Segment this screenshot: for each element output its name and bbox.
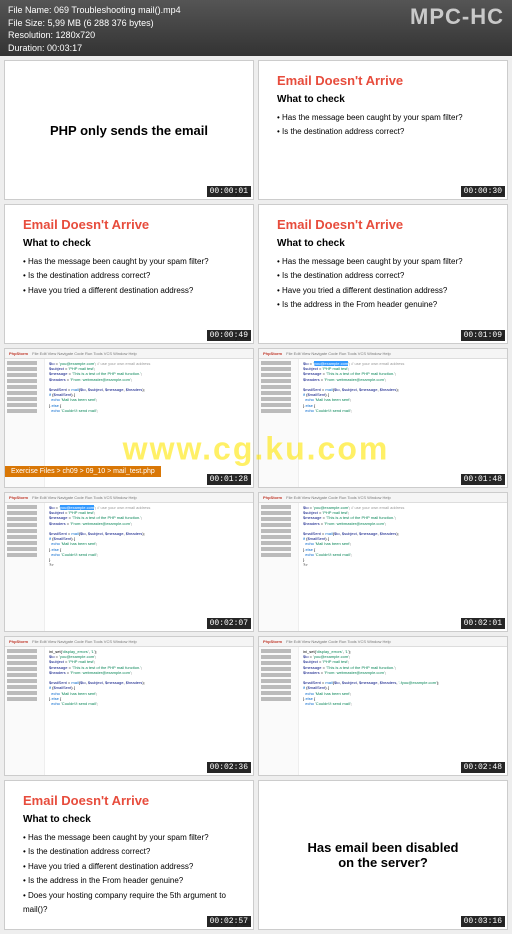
- ide-sidebar: [259, 503, 299, 631]
- timecode: 00:01:09: [461, 330, 505, 341]
- slide-title: Email Doesn't Arrive: [23, 217, 235, 232]
- ide-editor: $to = 'you@example.com'; // use your own…: [299, 503, 507, 631]
- thumbnail-10[interactable]: PhpStormFile Edit View Navigate Code Run…: [258, 636, 508, 776]
- timecode: 00:00:30: [461, 186, 505, 197]
- thumbnail-7[interactable]: PhpStormFile Edit View Navigate Code Run…: [4, 492, 254, 632]
- slide-list: Has the message been caught by your spam…: [277, 255, 489, 313]
- slide-list: Has the message been caught by your spam…: [23, 255, 235, 298]
- ide-editor: $to = 'you@example.com'; // use your own…: [45, 503, 253, 631]
- timecode: 00:01:48: [461, 474, 505, 485]
- ide-sidebar: [5, 647, 45, 775]
- ide-menubar: PhpStormFile Edit View Navigate Code Run…: [259, 493, 507, 503]
- ide-menubar: PhpStormFile Edit View Navigate Code Run…: [5, 493, 253, 503]
- timecode: 00:01:28: [207, 474, 251, 485]
- thumbnail-1[interactable]: PHP only sends the email lynda 00:00:01: [4, 60, 254, 200]
- thumbnail-6[interactable]: PhpStormFile Edit View Navigate Code Run…: [258, 348, 508, 488]
- timecode: 00:02:48: [461, 762, 505, 773]
- breadcrumb-path: Exercise Files > ch09 > 09_10 > mail_tes…: [5, 466, 161, 477]
- ide-editor: ini_set('display_errors', '1'); $to = 'y…: [45, 647, 253, 775]
- thumbnail-8[interactable]: PhpStormFile Edit View Navigate Code Run…: [258, 492, 508, 632]
- timecode: 00:00:01: [207, 186, 251, 197]
- thumbnail-4[interactable]: Email Doesn't Arrive What to check Has t…: [258, 204, 508, 344]
- thumbnail-2[interactable]: Email Doesn't Arrive What to check Has t…: [258, 60, 508, 200]
- slide-title: Email Doesn't Arrive: [277, 73, 489, 88]
- player-name: MPC-HC: [410, 4, 504, 30]
- ide-menubar: PhpStormFile Edit View Navigate Code Run…: [5, 637, 253, 647]
- slide-subtitle: What to check: [277, 238, 489, 249]
- thumbnail-9[interactable]: PhpStormFile Edit View Navigate Code Run…: [4, 636, 254, 776]
- ide-menubar: PhpStormFile Edit View Navigate Code Run…: [259, 349, 507, 359]
- slide-subtitle: What to check: [277, 94, 489, 105]
- slide-title: Email Doesn't Arrive: [23, 793, 235, 808]
- ide-menubar: PhpStormFile Edit View Navigate Code Run…: [5, 349, 253, 359]
- file-meta: File Name: 069 Troubleshooting mail().mp…: [8, 4, 181, 52]
- slide-list: Has the message been caught by your spam…: [277, 111, 489, 140]
- slide-subtitle: What to check: [23, 238, 235, 249]
- thumbnail-3[interactable]: Email Doesn't Arrive What to check Has t…: [4, 204, 254, 344]
- timecode: 00:02:36: [207, 762, 251, 773]
- slide-list: Has the message been caught by your spam…: [23, 831, 235, 917]
- slide-text: PHP only sends the email: [50, 123, 208, 138]
- ide-menubar: PhpStormFile Edit View Navigate Code Run…: [259, 637, 507, 647]
- timecode: 00:02:57: [207, 916, 251, 927]
- thumbnail-11[interactable]: Email Doesn't Arrive What to check Has t…: [4, 780, 254, 930]
- ide-sidebar: [259, 359, 299, 487]
- thumbnail-12[interactable]: Has email been disabled on the server? l…: [258, 780, 508, 930]
- ide-editor: ini_set('display_errors', '1'); $to = 'y…: [299, 647, 507, 775]
- timecode: 00:03:16: [461, 916, 505, 927]
- thumbnail-5[interactable]: PhpStormFile Edit View Navigate Code Run…: [4, 348, 254, 488]
- ide-sidebar: [259, 647, 299, 775]
- slide-subtitle: What to check: [23, 814, 235, 825]
- timecode: 00:00:49: [207, 330, 251, 341]
- ide-sidebar: [5, 503, 45, 631]
- thumbnail-grid: PHP only sends the email lynda 00:00:01 …: [0, 56, 512, 934]
- player-header: File Name: 069 Troubleshooting mail().mp…: [0, 0, 512, 56]
- timecode: 00:02:01: [461, 618, 505, 629]
- slide-title: Email Doesn't Arrive: [277, 217, 489, 232]
- timecode: 00:02:07: [207, 618, 251, 629]
- ide-editor: $to = 'you@example.com'; // use your own…: [299, 359, 507, 487]
- slide-text: Has email been disabled on the server?: [307, 840, 458, 870]
